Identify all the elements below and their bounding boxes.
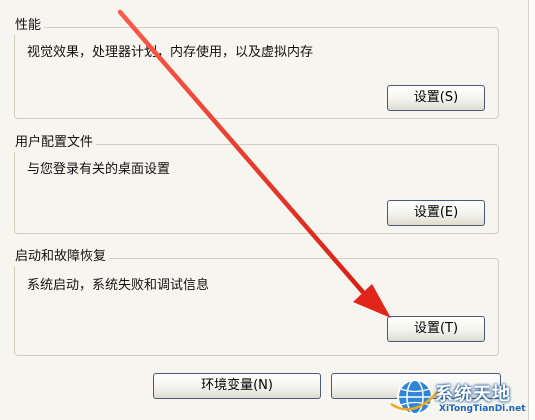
user-profiles-settings-button[interactable]: 设置(E) (387, 200, 485, 226)
performance-description: 视觉效果，处理器计划，内存使用，以及虚拟内存 (27, 45, 314, 60)
system-properties-advanced-panel: 性能 视觉效果，处理器计划，内存使用，以及虚拟内存 设置(S) 用户配置文件 与… (0, 0, 535, 420)
performance-settings-button[interactable]: 设置(S) (387, 85, 485, 111)
window-right-edge (528, 0, 535, 420)
startup-recovery-description: 系统启动，系统失败和调试信息 (27, 278, 210, 293)
user-profiles-description: 与您登录有关的桌面设置 (27, 162, 171, 177)
performance-group-title: 性能 (13, 17, 45, 35)
environment-variables-button[interactable]: 环境变量(N) (153, 373, 321, 399)
user-profiles-group-title: 用户配置文件 (13, 134, 97, 152)
startup-recovery-group: 启动和故障恢复 系统启动，系统失败和调试信息 设置(T) (13, 248, 499, 356)
user-profiles-group: 用户配置文件 与您登录有关的桌面设置 设置(E) (13, 134, 499, 234)
startup-recovery-settings-button[interactable]: 设置(T) (387, 316, 485, 342)
error-reporting-button[interactable] (331, 373, 501, 399)
performance-group: 性能 视觉效果，处理器计划，内存使用，以及虚拟内存 设置(S) (13, 17, 499, 119)
startup-recovery-group-title: 启动和故障恢复 (13, 248, 110, 266)
